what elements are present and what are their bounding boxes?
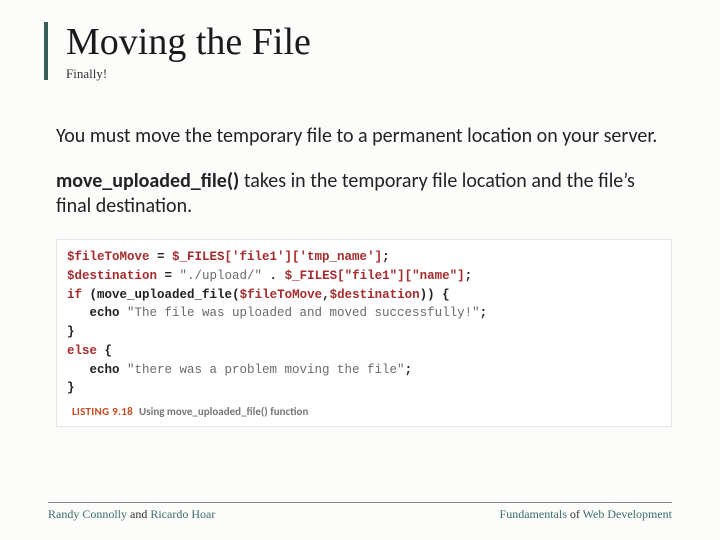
code-token: = [157,269,180,283]
code-token: echo [67,363,127,377]
code-token: ( [82,288,97,302]
author-1: Randy Connolly [48,507,127,521]
code-token: $_FILES["file1"]["name"] [285,269,465,283]
footer-book: Fundamentals of Web Development [500,507,672,522]
code-token: )) { [420,288,450,302]
footer-authors: Randy Connolly and Ricardo Hoar [48,507,215,522]
code-token: else [67,344,97,358]
code-listing: $fileToMove = $_FILES['file1']['tmp_name… [56,239,672,427]
function-name: move_uploaded_file() [56,169,239,193]
code-token: $destination [330,288,420,302]
code-token: "there was a problem moving the file" [127,363,405,377]
code-token: $fileToMove [67,250,150,264]
code-token: . [262,269,285,283]
code-token: , [322,288,330,302]
listing-caption: Using move_uploaded_file() function [139,405,308,418]
slide: Moving the File Finally! You must move t… [0,0,720,540]
code-token: ( [232,288,240,302]
slide-title: Moving the File [66,20,672,64]
book-word-2: Web Development [583,507,672,521]
and-text: and [127,507,150,521]
paragraph-2: move_uploaded_file() takes in the tempor… [56,169,672,219]
code-token: ; [382,250,390,264]
code-token: = [150,250,173,264]
footer-rule [48,502,672,503]
code-token: ; [465,269,473,283]
accent-bar [44,22,48,80]
code-token: ; [405,363,413,377]
slide-subtitle: Finally! [66,66,672,82]
footer: Randy Connolly and Ricardo Hoar Fundamen… [48,502,672,522]
code-token: ; [480,306,488,320]
code-token: } [67,325,75,339]
code-token: $_FILES['file1']['tmp_name'] [172,250,382,264]
code-token: "./upload/" [180,269,263,283]
code-token: { [97,344,112,358]
code-token: if [67,288,82,302]
author-2: Ricardo Hoar [150,507,215,521]
code-token: $fileToMove [240,288,323,302]
listing-caption-row: LISTING 9.18 Using move_uploaded_file() f… [67,387,308,420]
paragraph-1: You must move the temporary file to a pe… [56,124,672,149]
of-text: of [567,507,583,521]
book-word-1: Fundamentals [500,507,567,521]
listing-number: LISTING 9.18 [72,405,133,418]
code-token: move_uploaded_file [97,288,232,302]
code-token: "The file was uploaded and moved success… [127,306,480,320]
code-token: $destination [67,269,157,283]
code-token: echo [67,306,127,320]
